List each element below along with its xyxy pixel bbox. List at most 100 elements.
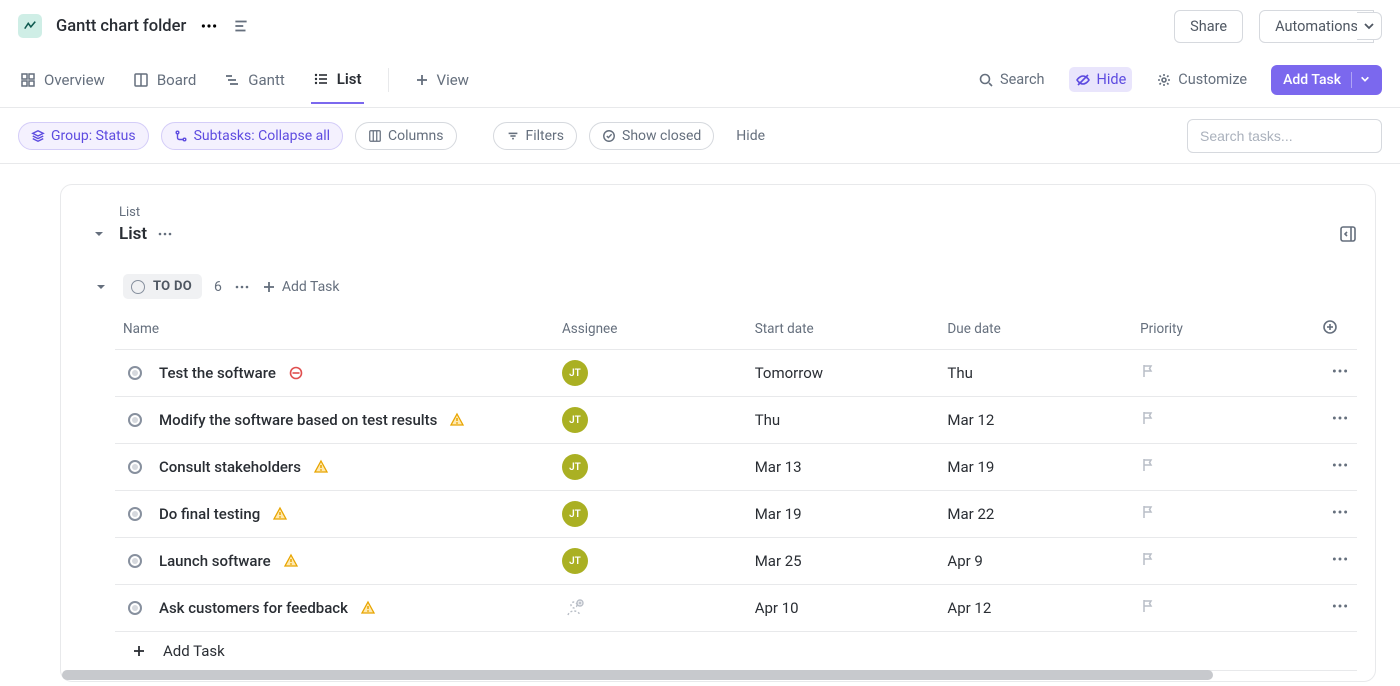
folder-more-icon[interactable]: [200, 17, 218, 35]
avatar[interactable]: JT: [562, 548, 588, 574]
group-pill-label: Group: Status: [51, 128, 136, 144]
collapse-group-btn[interactable]: [91, 277, 111, 297]
table-row[interactable]: Do final testing JT Mar 19 Mar 22: [115, 491, 1357, 538]
row-more-icon[interactable]: [1331, 601, 1349, 619]
table-row[interactable]: Modify the software based on test result…: [115, 397, 1357, 444]
columns-pill-label: Columns: [388, 128, 443, 144]
breadcrumb: List: [79, 205, 1357, 220]
tab-board-label: Board: [157, 71, 196, 89]
warning-icon: [283, 553, 299, 569]
start-date[interactable]: Mar 19: [747, 491, 940, 538]
col-priority[interactable]: Priority: [1132, 309, 1314, 350]
tab-board[interactable]: Board: [131, 57, 198, 103]
hide-filters[interactable]: Hide: [736, 128, 765, 144]
due-date[interactable]: Mar 22: [939, 491, 1132, 538]
group-add-task-label: Add Task: [282, 279, 340, 295]
priority-flag-icon[interactable]: [1140, 412, 1156, 430]
row-more-icon[interactable]: [1331, 554, 1349, 572]
description-icon[interactable]: [232, 17, 250, 35]
due-date[interactable]: Mar 12: [939, 397, 1132, 444]
tab-gantt-label: Gantt: [248, 71, 284, 89]
warning-icon: [313, 459, 329, 475]
tab-list-label: List: [337, 70, 362, 88]
table-row[interactable]: Launch software JT Mar 25 Apr 9: [115, 538, 1357, 585]
search-action[interactable]: Search: [972, 67, 1051, 92]
table-row[interactable]: Ask customers for feedback Apr 10 Apr 12: [115, 585, 1357, 632]
status-icon[interactable]: [128, 601, 142, 615]
task-name: Do final testing: [159, 505, 260, 523]
subtasks-pill[interactable]: Subtasks: Collapse all: [161, 122, 343, 150]
group-more-icon[interactable]: [234, 279, 250, 295]
status-icon[interactable]: [128, 554, 142, 568]
table-row[interactable]: Test the software JT Tomorrow Thu: [115, 350, 1357, 397]
automations-dropdown[interactable]: [1357, 12, 1382, 40]
priority-flag-icon[interactable]: [1140, 506, 1156, 524]
col-add[interactable]: [1314, 309, 1357, 350]
hide-action[interactable]: Hide: [1069, 67, 1133, 92]
group-header: TO DO 6 Add Task: [79, 266, 1357, 309]
status-icon: [131, 280, 145, 294]
col-start[interactable]: Start date: [747, 309, 940, 350]
priority-flag-icon[interactable]: [1140, 459, 1156, 477]
status-icon[interactable]: [128, 460, 142, 474]
col-due[interactable]: Due date: [939, 309, 1132, 350]
tab-gantt[interactable]: Gantt: [222, 57, 286, 103]
show-closed-pill-label: Show closed: [622, 128, 701, 144]
add-task-button-label: Add Task: [1283, 72, 1341, 88]
customize-action-label: Customize: [1178, 71, 1247, 88]
due-date[interactable]: Apr 12: [939, 585, 1132, 632]
row-more-icon[interactable]: [1331, 460, 1349, 478]
status-chip[interactable]: TO DO: [123, 274, 202, 299]
start-date[interactable]: Mar 13: [747, 444, 940, 491]
group-pill[interactable]: Group: Status: [18, 122, 149, 150]
avatar[interactable]: JT: [562, 501, 588, 527]
collapse-list-btn[interactable]: [89, 224, 109, 244]
start-date[interactable]: Mar 25: [747, 538, 940, 585]
folder-type-icon: [18, 14, 42, 38]
tab-overview-label: Overview: [44, 71, 105, 89]
add-view[interactable]: View: [413, 57, 471, 103]
start-date[interactable]: Apr 10: [747, 585, 940, 632]
show-closed-pill[interactable]: Show closed: [589, 122, 714, 150]
add-task-button[interactable]: Add Task: [1271, 65, 1382, 95]
tab-overview[interactable]: Overview: [18, 57, 107, 103]
assignee-add-icon[interactable]: [562, 595, 588, 621]
collapse-panel-icon[interactable]: [1339, 225, 1357, 243]
start-date[interactable]: Thu: [747, 397, 940, 444]
search-tasks-input[interactable]: [1187, 119, 1382, 153]
priority-flag-icon[interactable]: [1140, 600, 1156, 618]
group-count: 6: [214, 279, 222, 295]
list-title: List: [119, 224, 147, 244]
status-icon[interactable]: [128, 366, 142, 380]
status-icon[interactable]: [128, 413, 142, 427]
col-name[interactable]: Name: [115, 309, 554, 350]
priority-flag-icon[interactable]: [1140, 553, 1156, 571]
horizontal-scrollbar[interactable]: [62, 670, 1400, 680]
group-add-task[interactable]: Add Task: [262, 279, 340, 295]
task-name: Ask customers for feedback: [159, 599, 348, 617]
columns-pill[interactable]: Columns: [355, 122, 456, 150]
row-more-icon[interactable]: [1331, 366, 1349, 384]
status-icon[interactable]: [128, 507, 142, 521]
row-more-icon[interactable]: [1331, 413, 1349, 431]
row-more-icon[interactable]: [1331, 507, 1349, 525]
tab-list[interactable]: List: [311, 56, 364, 104]
share-button[interactable]: Share: [1174, 10, 1243, 43]
customize-action[interactable]: Customize: [1150, 67, 1253, 92]
priority-flag-icon[interactable]: [1140, 365, 1156, 383]
list-more-icon[interactable]: [157, 226, 173, 242]
start-date[interactable]: Tomorrow: [747, 350, 940, 397]
add-task-dropdown[interactable]: [1351, 72, 1370, 88]
filter-row: Group: Status Subtasks: Collapse all Col…: [0, 108, 1400, 164]
col-assignee[interactable]: Assignee: [554, 309, 747, 350]
add-task-row[interactable]: Add Task: [115, 632, 1357, 671]
avatar[interactable]: JT: [562, 360, 588, 386]
table-row[interactable]: Consult stakeholders JT Mar 13 Mar 19: [115, 444, 1357, 491]
avatar[interactable]: JT: [562, 407, 588, 433]
filters-pill[interactable]: Filters: [493, 122, 578, 150]
due-date[interactable]: Apr 9: [939, 538, 1132, 585]
filters-pill-label: Filters: [526, 128, 565, 144]
due-date[interactable]: Thu: [939, 350, 1132, 397]
avatar[interactable]: JT: [562, 454, 588, 480]
due-date[interactable]: Mar 19: [939, 444, 1132, 491]
